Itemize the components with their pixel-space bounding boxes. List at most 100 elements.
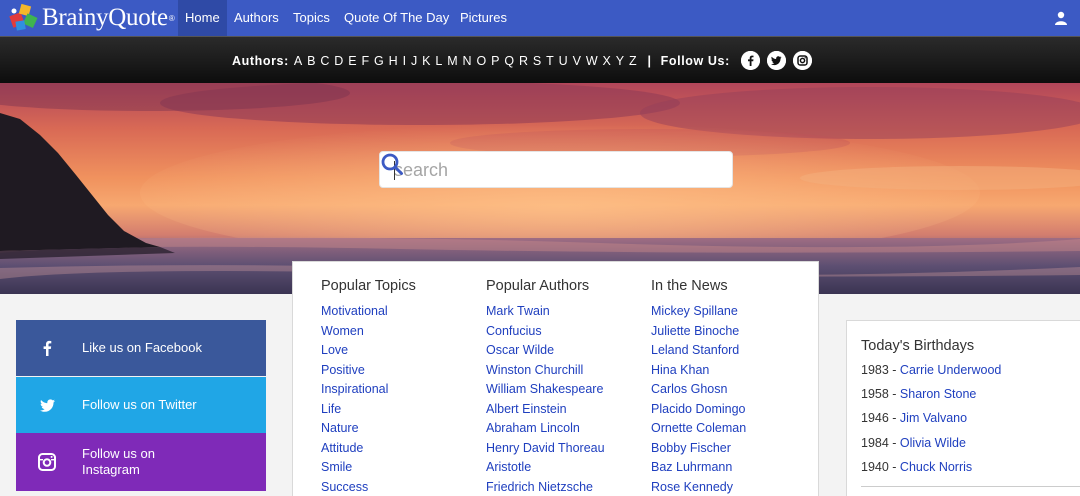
brand-logo[interactable]: BrainyQuote ® (8, 2, 175, 34)
birthday-author-link[interactable]: Chuck Norris (900, 460, 972, 474)
instagram-follow-button[interactable]: Follow us on Instagram (16, 433, 266, 491)
authors-label: Authors: (232, 53, 289, 68)
facebook-icon[interactable] (740, 51, 760, 70)
topic-link[interactable]: Life (321, 400, 416, 420)
letter-a[interactable]: A (294, 54, 303, 68)
letter-p[interactable]: P (491, 54, 500, 68)
facebook-icon (38, 339, 56, 357)
news-link[interactable]: Placido Domingo (651, 400, 746, 420)
author-link[interactable]: Friedrich Nietzsche (486, 478, 605, 496)
topic-link[interactable]: Love (321, 341, 416, 361)
letter-v[interactable]: V (573, 54, 582, 68)
brand-name: BrainyQuote (42, 4, 168, 31)
topic-link[interactable]: Inspirational (321, 380, 416, 400)
in-the-news-column: In the News Mickey Spillane Juliette Bin… (651, 278, 746, 496)
topic-link[interactable]: Nature (321, 419, 416, 439)
topic-link[interactable]: Motivational (321, 302, 416, 322)
birthday-author-link[interactable]: Jim Valvano (900, 411, 967, 425)
search-icon[interactable] (380, 152, 404, 176)
twitter-icon[interactable] (766, 51, 786, 70)
author-link[interactable]: William Shakespeare (486, 380, 605, 400)
topic-link[interactable]: Smile (321, 458, 416, 478)
letter-q[interactable]: Q (504, 54, 514, 68)
letter-t[interactable]: T (546, 54, 554, 68)
news-link[interactable]: Juliette Binoche (651, 322, 746, 342)
news-link[interactable]: Hina Khan (651, 361, 746, 381)
birth-year: 1946 (861, 411, 889, 426)
letter-h[interactable]: H (389, 54, 399, 68)
news-link[interactable]: Carlos Ghosn (651, 380, 746, 400)
birthday-row: 1958 - Sharon Stone (861, 387, 977, 402)
author-link[interactable]: Winston Churchill (486, 361, 605, 381)
letter-c[interactable]: C (320, 54, 330, 68)
letter-x[interactable]: X (603, 54, 612, 68)
letter-w[interactable]: W (586, 54, 598, 68)
in-the-news-title: In the News (651, 278, 728, 294)
birth-year: 1940 (861, 459, 889, 474)
nav-authors[interactable]: Authors (234, 0, 279, 36)
instagram-button-label: Follow us on Instagram (82, 446, 155, 478)
nav-home[interactable]: Home (178, 0, 227, 36)
letter-b[interactable]: B (307, 54, 316, 68)
topic-link[interactable]: Success (321, 478, 416, 496)
letter-j[interactable]: J (411, 54, 418, 68)
letter-s[interactable]: S (533, 54, 542, 68)
topic-link[interactable]: Positive (321, 361, 416, 381)
letter-d[interactable]: D (334, 54, 344, 68)
birthday-author-link[interactable]: Olivia Wilde (900, 436, 966, 450)
letter-r[interactable]: R (519, 54, 529, 68)
birthday-author-link[interactable]: Sharon Stone (900, 387, 976, 401)
twitter-icon (38, 396, 56, 414)
news-link[interactable]: Baz Luhrmann (651, 458, 746, 478)
letter-g[interactable]: G (374, 54, 384, 68)
popular-authors-column: Popular Authors Mark Twain Confucius Osc… (486, 278, 605, 496)
nav-quote-of-the-day[interactable]: Quote Of The Day (344, 0, 449, 36)
brand-reg-mark: ® (168, 13, 175, 23)
instagram-icon[interactable] (792, 51, 812, 70)
popular-authors-title: Popular Authors (486, 278, 590, 294)
facebook-like-button[interactable]: Like us on Facebook (16, 320, 266, 376)
birthday-author-link[interactable]: Carrie Underwood (900, 363, 1001, 377)
popular-topics-title: Popular Topics (321, 278, 416, 294)
letter-f[interactable]: F (361, 54, 369, 68)
news-link[interactable]: Mickey Spillane (651, 302, 746, 322)
divider (861, 486, 1080, 487)
nav-pictures[interactable]: Pictures (460, 0, 507, 36)
search-input[interactable] (394, 159, 684, 181)
news-link[interactable]: Ornette Coleman (651, 419, 746, 439)
twitter-follow-button[interactable]: Follow us on Twitter (16, 377, 266, 433)
letter-l[interactable]: L (435, 54, 443, 68)
author-link[interactable]: Oscar Wilde (486, 341, 605, 361)
birthdays-title: Today's Birthdays (861, 338, 975, 354)
letter-o[interactable]: O (476, 54, 486, 68)
letter-i[interactable]: I (403, 54, 407, 68)
author-link[interactable]: Mark Twain (486, 302, 605, 322)
author-link[interactable]: Abraham Lincoln (486, 419, 605, 439)
author-link[interactable]: Aristotle (486, 458, 605, 478)
news-link[interactable]: Rose Kennedy (651, 478, 746, 496)
divider: | (647, 53, 652, 68)
birthday-row: 1984 - Olivia Wilde (861, 435, 966, 450)
author-link[interactable]: Albert Einstein (486, 400, 605, 420)
topic-link[interactable]: Attitude (321, 439, 416, 459)
letter-u[interactable]: U (559, 54, 569, 68)
letter-k[interactable]: K (422, 54, 431, 68)
nav-topics[interactable]: Topics (293, 0, 330, 36)
author-link[interactable]: Confucius (486, 322, 605, 342)
letter-z[interactable]: Z (629, 54, 637, 68)
letter-y[interactable]: Y (616, 54, 625, 68)
birth-year: 1983 (861, 363, 889, 377)
instagram-label-line2: Instagram (82, 462, 140, 477)
topic-link[interactable]: Women (321, 322, 416, 342)
author-link[interactable]: Henry David Thoreau (486, 439, 605, 459)
news-link[interactable]: Bobby Fischer (651, 439, 746, 459)
letter-m[interactable]: M (447, 54, 458, 68)
letter-n[interactable]: N (463, 54, 473, 68)
instagram-label-line1: Follow us on (82, 446, 155, 461)
popular-lists-panel: Popular Topics Motivational Women Love P… (292, 261, 819, 496)
news-link[interactable]: Leland Stanford (651, 341, 746, 361)
letter-e[interactable]: E (348, 54, 357, 68)
instagram-icon (38, 453, 56, 471)
user-icon[interactable] (1054, 11, 1068, 25)
twitter-button-label: Follow us on Twitter (82, 397, 197, 412)
